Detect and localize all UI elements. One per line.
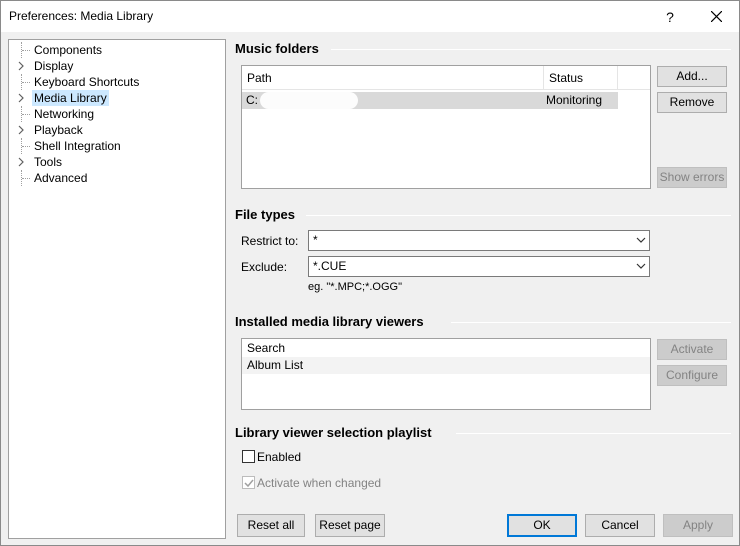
reset-all-button[interactable]: Reset all xyxy=(237,514,305,537)
show-errors-button[interactable]: Show errors xyxy=(657,167,727,188)
tree-item-label: Media Library xyxy=(32,90,109,106)
tree-item-keyboard-shortcuts[interactable]: Keyboard Shortcuts xyxy=(9,74,225,90)
chevron-down-icon xyxy=(636,263,646,269)
title-bar: Preferences: Media Library ? xyxy=(1,1,739,32)
section-divider xyxy=(306,215,731,216)
restrict-combo[interactable]: * xyxy=(308,230,650,251)
tree-item-label: Shell Integration xyxy=(34,139,121,153)
section-divider xyxy=(331,49,731,50)
tree-item-advanced[interactable]: Advanced xyxy=(9,170,225,186)
tree-item-label: Display xyxy=(34,59,74,73)
reset-page-button[interactable]: Reset page xyxy=(315,514,385,537)
tree-connector xyxy=(22,82,30,83)
list-item[interactable]: Album List xyxy=(242,357,650,374)
tree-item-label: Tools xyxy=(34,155,63,169)
configure-button[interactable]: Configure xyxy=(657,365,727,386)
tree-item-networking[interactable]: Networking xyxy=(9,106,225,122)
chevron-right-icon[interactable] xyxy=(16,61,26,71)
list-item[interactable]: Search xyxy=(242,340,650,357)
column-path[interactable]: Path xyxy=(242,66,544,90)
music-folders-list[interactable]: Path Status C: Monitoring xyxy=(241,65,651,189)
folder-status: Monitoring xyxy=(546,93,603,107)
enabled-checkbox[interactable] xyxy=(242,450,255,463)
tree-item-label: Components xyxy=(34,43,103,57)
tree-item-components[interactable]: Components xyxy=(9,42,225,58)
exclude-example: eg. "*.MPC;*.OGG" xyxy=(308,281,402,293)
help-button[interactable]: ? xyxy=(647,1,693,32)
viewers-title: Installed media library viewers xyxy=(235,314,424,329)
list-header: Path Status xyxy=(242,66,650,90)
close-icon xyxy=(710,11,722,22)
chevron-right-icon[interactable] xyxy=(16,93,26,103)
tree-item-label: Networking xyxy=(34,107,95,121)
activate-button[interactable]: Activate xyxy=(657,339,727,360)
viewers-list[interactable]: Search Album List xyxy=(241,338,651,410)
cancel-button[interactable]: Cancel xyxy=(585,514,655,537)
playlist-title: Library viewer selection playlist xyxy=(235,425,432,440)
exclude-value: *.CUE xyxy=(313,259,347,273)
apply-button[interactable]: Apply xyxy=(663,514,733,537)
chevron-right-icon[interactable] xyxy=(16,157,26,167)
preferences-window: Preferences: Media Library ? Components D… xyxy=(0,0,740,546)
ok-button[interactable]: OK xyxy=(507,514,577,537)
restrict-label: Restrict to: xyxy=(241,234,299,248)
tree-item-shell-integration[interactable]: Shell Integration xyxy=(9,138,225,154)
tree-connector xyxy=(22,114,30,115)
enabled-label: Enabled xyxy=(257,450,302,464)
file-types-title: File types xyxy=(235,207,295,222)
redacted-path xyxy=(260,92,358,109)
add-folder-button[interactable]: Add... xyxy=(657,66,727,87)
tree-connector xyxy=(22,146,30,147)
restrict-value: * xyxy=(313,233,318,247)
folder-path: C: xyxy=(246,93,258,107)
section-divider xyxy=(456,433,731,434)
tree-item-media-library[interactable]: Media Library xyxy=(9,90,225,106)
chevron-down-icon xyxy=(636,237,646,243)
window-title: Preferences: Media Library xyxy=(9,9,154,23)
activate-when-changed-checkbox[interactable] xyxy=(242,476,255,489)
tree-item-tools[interactable]: Tools xyxy=(9,154,225,170)
column-status[interactable]: Status xyxy=(544,66,618,90)
tree-item-label: Advanced xyxy=(34,171,88,185)
preferences-tree[interactable]: Components Display Keyboard Shortcuts Media… xyxy=(8,39,226,539)
exclude-label: Exclude: xyxy=(241,260,288,274)
activate-when-changed-label: Activate when changed xyxy=(257,476,382,490)
tree-item-display[interactable]: Display xyxy=(9,58,225,74)
music-folders-title: Music folders xyxy=(235,41,319,56)
section-divider xyxy=(451,322,731,323)
tree-item-playback[interactable]: Playback xyxy=(9,122,225,138)
chevron-right-icon[interactable] xyxy=(16,125,26,135)
remove-folder-button[interactable]: Remove xyxy=(657,92,727,113)
close-button[interactable] xyxy=(693,1,739,32)
tree-connector xyxy=(22,50,30,51)
tree-item-label: Keyboard Shortcuts xyxy=(34,75,140,89)
tree-item-label: Playback xyxy=(34,123,83,137)
tree-connector xyxy=(22,178,30,179)
checkmark-icon xyxy=(244,479,254,488)
exclude-combo[interactable]: *.CUE xyxy=(308,256,650,277)
table-row[interactable]: C: Monitoring xyxy=(242,92,618,109)
